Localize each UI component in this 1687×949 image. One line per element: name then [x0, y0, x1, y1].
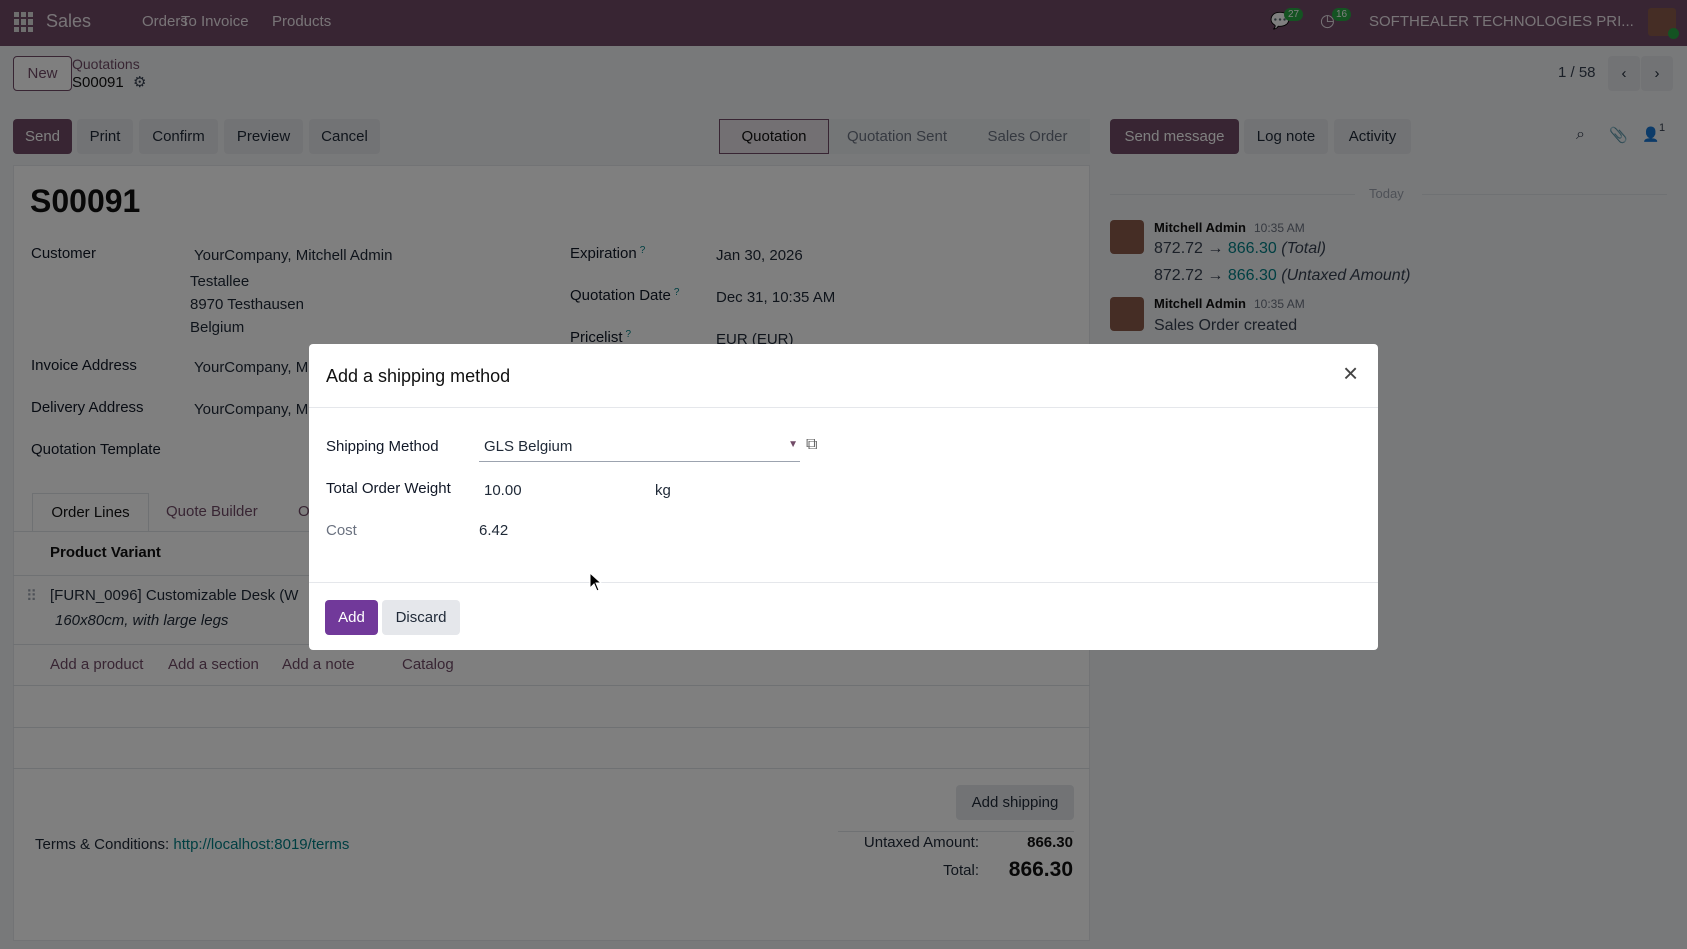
external-link-icon[interactable]: ⧉ [806, 436, 817, 454]
shipping-method-select[interactable]: GLS Belgium ▼ [479, 434, 800, 462]
dialog-title: Add a shipping method [326, 366, 511, 386]
total-order-weight-label: Total Order Weight [326, 480, 451, 497]
add-button[interactable]: Add [325, 600, 378, 635]
caret-down-icon: ▼ [788, 439, 798, 450]
mouse-cursor-icon [589, 572, 603, 592]
weight-input[interactable]: 10.00 [484, 482, 522, 499]
discard-button[interactable]: Discard [382, 600, 460, 635]
weight-unit: kg [655, 482, 671, 499]
cost-label: Cost [326, 522, 357, 539]
shipping-method-label: Shipping Method [326, 438, 439, 455]
cost-value: 6.42 [479, 522, 509, 539]
shipping-method-dialog: Add a shipping method × Shipping Method … [309, 344, 1378, 650]
shipping-method-value: GLS Belgium [484, 438, 573, 455]
close-icon[interactable]: × [1343, 360, 1358, 386]
